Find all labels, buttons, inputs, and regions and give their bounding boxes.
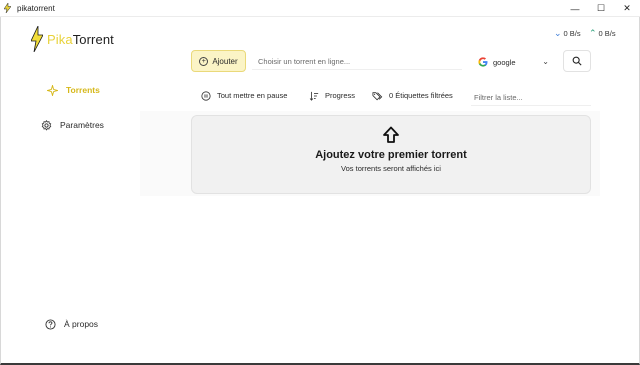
sidebar-item-label: Torrents (66, 85, 100, 95)
search-engine-select[interactable]: google ⌄ (478, 55, 552, 69)
search-icon (572, 56, 582, 66)
gear-icon (40, 119, 52, 131)
sort-icon (308, 90, 319, 101)
sidebar-item-label: À propos (64, 319, 99, 329)
brand-logo: PikaTorrent (31, 26, 114, 52)
tags-icon (372, 90, 383, 101)
brand-wordmark: PikaTorrent (47, 32, 114, 47)
search-button[interactable] (563, 50, 591, 72)
google-icon (478, 57, 488, 67)
app-bolt-icon (4, 3, 13, 13)
plus-circle-icon: + (199, 56, 209, 66)
bolt-logo-icon (31, 26, 43, 52)
download-speed-value: 0 B/s (563, 29, 581, 38)
pause-all-button[interactable]: Tout mettre en pause (200, 90, 287, 101)
help-circle-icon (44, 318, 56, 330)
close-button[interactable]: ✕ (614, 0, 640, 17)
title-bar: pikatorrent — ☐ ✕ (0, 0, 640, 17)
filter-bar: Tout mettre en pause Progress 0 Étiquett… (140, 85, 600, 111)
chevron-down-icon: ⌄ (542, 57, 549, 66)
maximize-button[interactable]: ☐ (588, 0, 614, 17)
arrow-up-icon: ⌃ (589, 28, 597, 38)
download-speed: ⌄ 0 B/s (554, 28, 581, 39)
add-torrent-button[interactable]: + Ajouter (191, 50, 246, 72)
upload-speed-value: 0 B/s (598, 29, 616, 38)
pause-all-label: Tout mettre en pause (217, 91, 288, 100)
upload-speed: ⌃ 0 B/s (589, 28, 616, 39)
add-torrent-label: Ajouter (212, 56, 238, 66)
sidebar-item-about[interactable]: À propos (44, 318, 98, 330)
sparkle-icon (46, 84, 58, 96)
empty-state-subtitle: Vos torrents seront affichés ici (341, 164, 441, 173)
upload-arrow-icon (383, 126, 399, 143)
minimize-button[interactable]: — (562, 0, 588, 17)
labels-filter-button[interactable]: 0 Étiquettes filtrées (372, 90, 453, 101)
sidebar-item-label: Paramètres (60, 120, 104, 130)
search-engine-value: google (493, 57, 516, 67)
filter-list-input[interactable] (471, 89, 591, 106)
labels-filter-label: 0 Étiquettes filtrées (389, 91, 453, 100)
sidebar-item-torrents[interactable]: Torrents (46, 84, 100, 96)
window-controls: — ☐ ✕ (562, 0, 640, 17)
pause-circle-icon (200, 90, 211, 101)
sort-label: Progress (325, 91, 356, 100)
window-title: pikatorrent (17, 3, 55, 13)
torrent-search-input[interactable] (252, 53, 462, 70)
arrow-down-icon: ⌄ (554, 28, 562, 38)
empty-state-card[interactable]: Ajoutez votre premier torrent Vos torren… (191, 115, 591, 194)
sidebar-item-settings[interactable]: Paramètres (40, 119, 104, 131)
brand-part-1: Pika (47, 31, 73, 47)
empty-state-title: Ajoutez votre premier torrent (315, 149, 467, 161)
sort-button[interactable]: Progress (308, 90, 355, 101)
brand-part-2: Torrent (72, 31, 114, 47)
